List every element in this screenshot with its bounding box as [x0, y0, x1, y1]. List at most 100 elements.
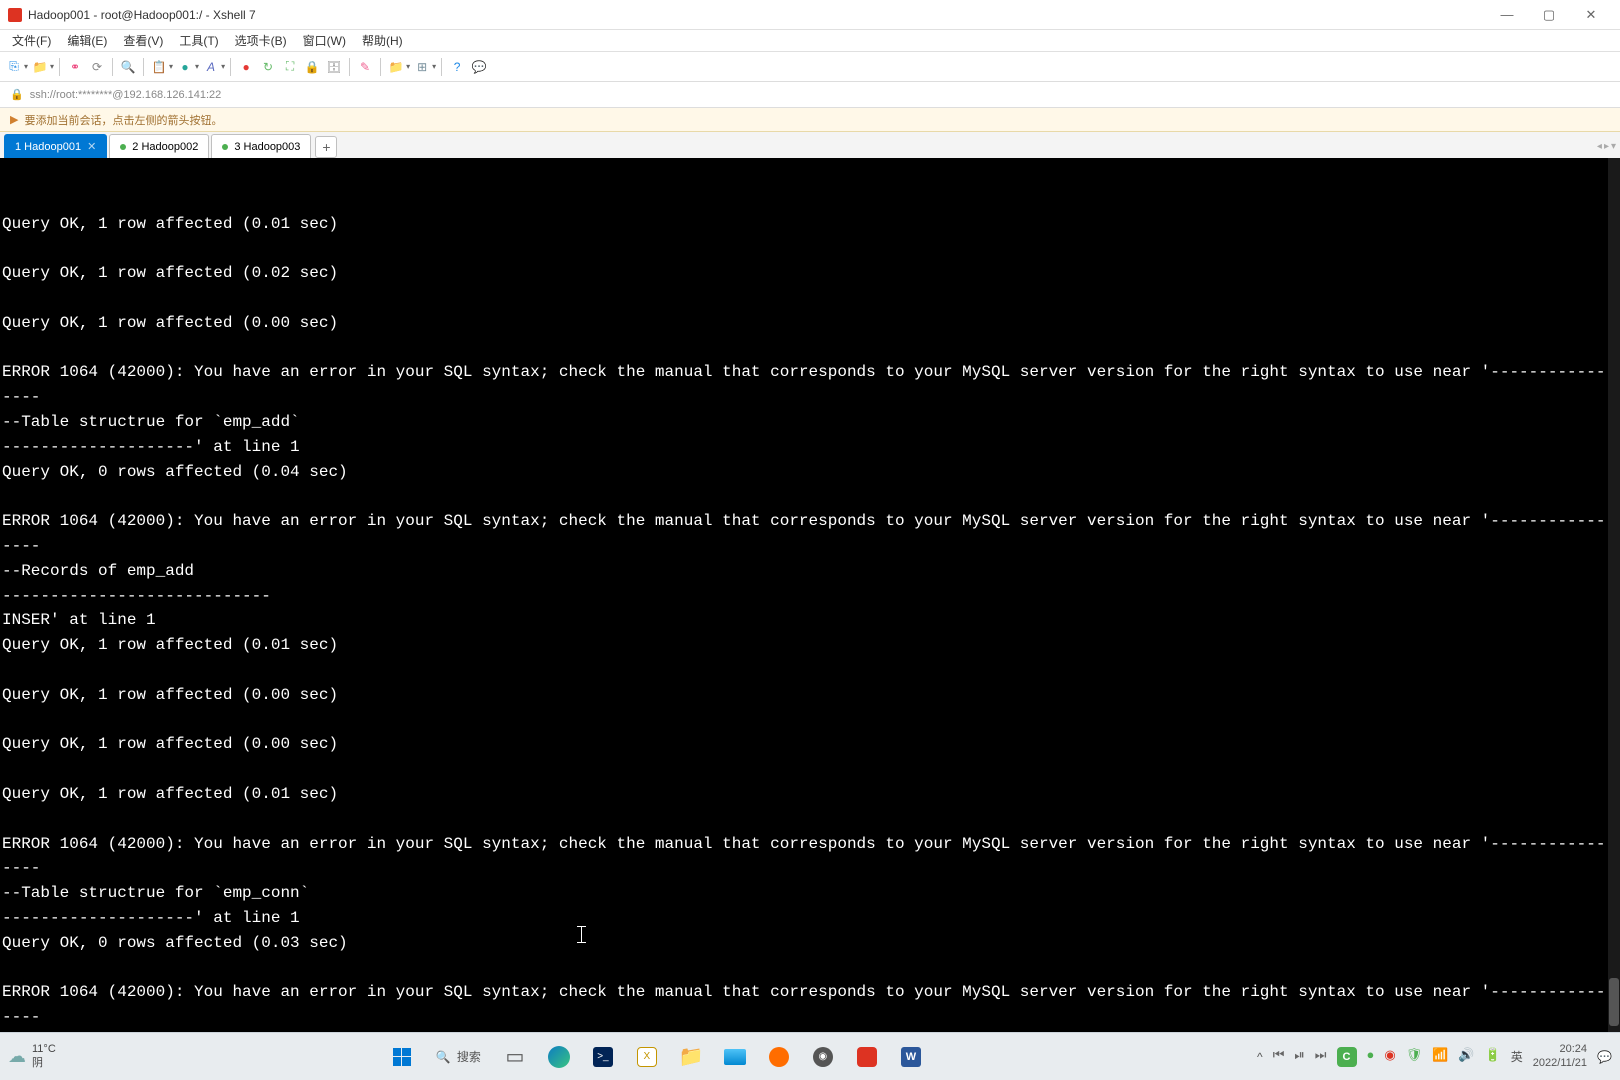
- terminal-line: ----------------------------: [2, 584, 1618, 609]
- todesk-icon[interactable]: [759, 1037, 799, 1077]
- reconnect-icon[interactable]: ⟳: [87, 57, 107, 77]
- search-button[interactable]: 🔍 搜索: [426, 1041, 491, 1073]
- globe-icon[interactable]: ●: [175, 57, 195, 77]
- terminal-line: ----: [2, 856, 1618, 881]
- tray-volume-icon[interactable]: 🔊: [1458, 1047, 1474, 1067]
- folder2-icon[interactable]: 📁: [386, 57, 406, 77]
- menu-window[interactable]: 窗口(W): [295, 30, 354, 51]
- fullscreen-icon[interactable]: ⛶: [280, 57, 300, 77]
- maximize-button[interactable]: ▢: [1528, 1, 1570, 29]
- separator: [380, 58, 381, 76]
- weather-icon: ☁: [8, 1046, 26, 1068]
- terminal-scrollbar[interactable]: [1608, 158, 1620, 1038]
- mouse-text-cursor: [581, 926, 582, 943]
- tray-wifi-icon[interactable]: 📶: [1432, 1047, 1448, 1067]
- tray-battery-icon[interactable]: 🔋: [1485, 1047, 1501, 1067]
- terminal-line: Query OK, 0 rows affected (0.03 sec): [2, 931, 1618, 956]
- dropdown-icon[interactable]: ▾: [221, 62, 225, 71]
- tray-expand-icon[interactable]: ^: [1257, 1050, 1263, 1064]
- clock[interactable]: 20:24 2022/11/21: [1533, 1043, 1587, 1069]
- tray-play-icon[interactable]: ⏯: [1294, 1047, 1304, 1067]
- address-bar[interactable]: 🔒 ssh://root:********@192.168.126.141:22: [0, 82, 1620, 108]
- separator: [143, 58, 144, 76]
- terminal-line: [2, 807, 1618, 832]
- weather-cond: 阴: [32, 1057, 56, 1070]
- tray-netease-icon[interactable]: ◉: [1384, 1047, 1395, 1067]
- highlight-icon[interactable]: ✎: [355, 57, 375, 77]
- dropdown-icon[interactable]: ▾: [169, 62, 173, 71]
- font-icon[interactable]: A: [201, 57, 221, 77]
- menu-file[interactable]: 文件(F): [4, 30, 59, 51]
- dropdown-icon[interactable]: ▾: [50, 62, 54, 71]
- menu-tabs[interactable]: 选项卡(B): [227, 30, 295, 51]
- lock-icon[interactable]: 🔒: [302, 57, 322, 77]
- scrollbar-thumb[interactable]: [1609, 978, 1619, 1026]
- bookmark-icon[interactable]: ▶: [10, 113, 18, 126]
- refresh-icon[interactable]: ↻: [258, 57, 278, 77]
- taskview-icon[interactable]: ▭: [495, 1037, 535, 1077]
- dropdown-icon[interactable]: ▾: [24, 62, 28, 71]
- tray-notify-icon[interactable]: 💬: [1597, 1050, 1612, 1064]
- xshell2-icon[interactable]: [847, 1037, 887, 1077]
- record-icon[interactable]: ●: [236, 57, 256, 77]
- terminal-line: ----: [2, 534, 1618, 559]
- copy-icon[interactable]: 📋: [149, 57, 169, 77]
- mail-icon[interactable]: [715, 1037, 755, 1077]
- tab-label: 3 Hadoop003: [234, 141, 300, 153]
- tab-hadoop002[interactable]: 2 Hadoop002: [109, 134, 209, 158]
- menu-view[interactable]: 查看(V): [115, 30, 171, 51]
- minimize-button[interactable]: —: [1486, 1, 1528, 29]
- open-icon[interactable]: 📁: [30, 57, 50, 77]
- terminal[interactable]: Query OK, 1 row affected (0.01 sec) Quer…: [0, 158, 1620, 1038]
- info-text: 要添加当前会话，点击左侧的箭头按钮。: [24, 112, 222, 128]
- terminal-line: --------------------' at line 1: [2, 906, 1618, 931]
- tab-next-icon[interactable]: ▸: [1604, 141, 1609, 152]
- layout-icon[interactable]: ⊞: [412, 57, 432, 77]
- dropdown-icon[interactable]: ▾: [406, 62, 410, 71]
- dropdown-icon[interactable]: ▾: [195, 62, 199, 71]
- tab-add-button[interactable]: +: [315, 136, 337, 158]
- word-icon[interactable]: W: [891, 1037, 931, 1077]
- chat-icon[interactable]: 💬: [469, 57, 489, 77]
- powershell-icon[interactable]: >_: [583, 1037, 623, 1077]
- tab-label: 1 Hadoop001: [15, 141, 81, 153]
- search-icon[interactable]: 🔍: [118, 57, 138, 77]
- start-button[interactable]: [382, 1037, 422, 1077]
- menu-tools[interactable]: 工具(T): [171, 30, 226, 51]
- titlebar: Hadoop001 - root@Hadoop001:/ - Xshell 7 …: [0, 0, 1620, 30]
- tab-bar: 1 Hadoop001 ✕ 2 Hadoop002 3 Hadoop003 + …: [0, 132, 1620, 158]
- terminal-line: --Table structrue for `emp_conn`: [2, 881, 1618, 906]
- terminal-line: ERROR 1064 (42000): You have an error in…: [2, 832, 1618, 857]
- help-icon[interactable]: ?: [447, 57, 467, 77]
- menu-help[interactable]: 帮助(H): [354, 30, 411, 51]
- tab-menu-icon[interactable]: ▾: [1611, 141, 1616, 152]
- terminal-line: ERROR 1064 (42000): You have an error in…: [2, 360, 1618, 385]
- terminal-line: Query OK, 1 row affected (0.00 sec): [2, 683, 1618, 708]
- tab-label: 2 Hadoop002: [132, 141, 198, 153]
- terminal-line: --------------------' at line 1: [2, 435, 1618, 460]
- explorer-icon[interactable]: 📁: [671, 1037, 711, 1077]
- terminal-line: Query OK, 1 row affected (0.00 sec): [2, 732, 1618, 757]
- tray-wechat-icon[interactable]: ●: [1367, 1047, 1375, 1067]
- edge-icon[interactable]: [539, 1037, 579, 1077]
- dropdown-icon[interactable]: ▾: [432, 62, 436, 71]
- terminal-line: Query OK, 1 row affected (0.02 sec): [2, 261, 1618, 286]
- tray-safe-icon[interactable]: 🛡: [1406, 1047, 1423, 1067]
- tab-hadoop001[interactable]: 1 Hadoop001 ✕: [4, 134, 107, 158]
- menubar: 文件(F) 编辑(E) 查看(V) 工具(T) 选项卡(B) 窗口(W) 帮助(…: [0, 30, 1620, 52]
- tray-prev-icon[interactable]: ⏮: [1273, 1047, 1285, 1067]
- xshell-taskbar-icon[interactable]: X: [627, 1037, 667, 1077]
- briefcase-icon[interactable]: 🗄: [324, 57, 344, 77]
- weather-widget[interactable]: ☁ 11°C 阴: [8, 1043, 56, 1069]
- link-icon[interactable]: ⚭: [65, 57, 85, 77]
- tray-next-icon[interactable]: ⏭: [1315, 1047, 1327, 1067]
- tray-service-icon[interactable]: C: [1337, 1047, 1357, 1067]
- close-button[interactable]: ✕: [1570, 1, 1612, 29]
- tab-prev-icon[interactable]: ◂: [1597, 141, 1602, 152]
- tab-hadoop003[interactable]: 3 Hadoop003: [211, 134, 311, 158]
- tab-close-icon[interactable]: ✕: [87, 140, 96, 153]
- menu-edit[interactable]: 编辑(E): [59, 30, 115, 51]
- ime-indicator[interactable]: 英: [1511, 1048, 1523, 1065]
- obs-icon[interactable]: ◉: [803, 1037, 843, 1077]
- new-session-icon[interactable]: ⎘: [4, 57, 24, 77]
